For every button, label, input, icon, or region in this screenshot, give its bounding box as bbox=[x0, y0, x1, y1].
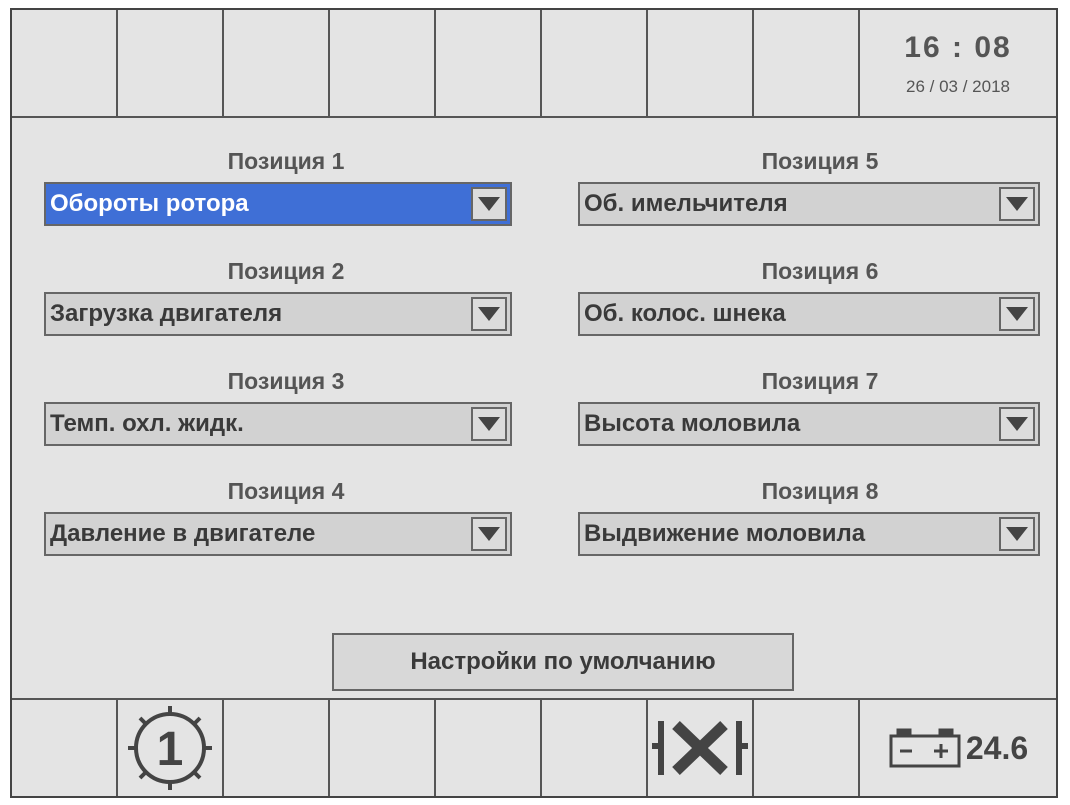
chevron-down-icon[interactable] bbox=[471, 297, 507, 331]
bottom-status-bar: 1 24.6 bbox=[12, 698, 1056, 796]
position-5-dropdown[interactable]: Об. имельчителя bbox=[578, 182, 1040, 226]
top-status-bar: 16 : 08 26 / 03 / 2018 bbox=[12, 10, 1056, 118]
chevron-down-icon[interactable] bbox=[999, 187, 1035, 221]
position-8-value: Выдвижение моловила bbox=[584, 520, 866, 547]
chevron-down-icon[interactable] bbox=[471, 407, 507, 441]
transmission-indicator bbox=[648, 700, 754, 796]
position-6-value: Об. колос. шнека bbox=[584, 300, 786, 327]
status-slot bbox=[330, 10, 436, 116]
position-6-label: Позиция 6 bbox=[761, 258, 879, 284]
clock-time: 16 : 08 bbox=[904, 31, 1012, 64]
status-slot bbox=[754, 700, 860, 796]
position-7-value: Высота моловила bbox=[584, 410, 801, 437]
status-slot bbox=[118, 10, 224, 116]
position-2-dropdown[interactable]: Загрузка двигателя bbox=[44, 292, 512, 336]
default-settings-button[interactable]: Настройки по умолчанию bbox=[332, 633, 794, 691]
position-4-label: Позиция 4 bbox=[227, 478, 345, 504]
position-3-label: Позиция 3 bbox=[227, 368, 345, 394]
position-2-value: Загрузка двигателя bbox=[50, 300, 283, 327]
status-slot bbox=[224, 700, 330, 796]
clock: 16 : 08 26 / 03 / 2018 bbox=[860, 10, 1056, 116]
status-slot bbox=[12, 10, 118, 116]
battery-voltage: 24.6 bbox=[965, 729, 1029, 766]
position-8-dropdown[interactable]: Выдвижение моловила bbox=[578, 512, 1040, 556]
chevron-down-icon[interactable] bbox=[999, 297, 1035, 331]
position-5-label: Позиция 5 bbox=[761, 148, 879, 174]
position-7-dropdown[interactable]: Высота моловила bbox=[578, 402, 1040, 446]
position-3-dropdown[interactable]: Темп. охл. жидк. bbox=[44, 402, 512, 446]
status-slot bbox=[542, 700, 648, 796]
position-1-value: Обороты ротора bbox=[50, 190, 249, 217]
position-6-dropdown[interactable]: Об. колос. шнека bbox=[578, 292, 1040, 336]
transmission-x-icon bbox=[652, 721, 748, 775]
chevron-down-icon[interactable] bbox=[999, 407, 1035, 441]
battery-icon bbox=[889, 728, 961, 768]
clock-date: 26 / 03 / 2018 bbox=[906, 77, 1010, 96]
status-slot bbox=[754, 10, 860, 116]
status-slot bbox=[436, 10, 542, 116]
battery-indicator: 24.6 bbox=[860, 700, 1056, 796]
position-4-value: Давление в двигателе bbox=[50, 520, 316, 547]
gear-indicator: 1 bbox=[118, 700, 224, 796]
position-5-value: Об. имельчителя bbox=[584, 190, 788, 217]
position-4-dropdown[interactable]: Давление в двигателе bbox=[44, 512, 512, 556]
status-slot bbox=[224, 10, 330, 116]
position-1-dropdown[interactable]: Обороты ротора bbox=[44, 182, 512, 226]
display-screen: 16 : 08 26 / 03 / 2018 Позиция 1 Обороты… bbox=[10, 8, 1058, 798]
status-slot bbox=[436, 700, 542, 796]
position-3-value: Темп. охл. жидк. bbox=[50, 410, 244, 437]
position-8-label: Позиция 8 bbox=[761, 478, 879, 504]
position-1-label: Позиция 1 bbox=[227, 148, 345, 174]
chevron-down-icon[interactable] bbox=[999, 517, 1035, 551]
status-slot bbox=[542, 10, 648, 116]
status-slot bbox=[648, 10, 754, 116]
status-slot bbox=[12, 700, 118, 796]
gear-number: 1 bbox=[157, 723, 184, 776]
status-slot bbox=[330, 700, 436, 796]
chevron-down-icon[interactable] bbox=[471, 187, 507, 221]
chevron-down-icon[interactable] bbox=[471, 517, 507, 551]
position-7-label: Позиция 7 bbox=[761, 368, 879, 394]
gear-1-icon: 1 bbox=[128, 706, 212, 790]
position-2-label: Позиция 2 bbox=[227, 258, 345, 284]
